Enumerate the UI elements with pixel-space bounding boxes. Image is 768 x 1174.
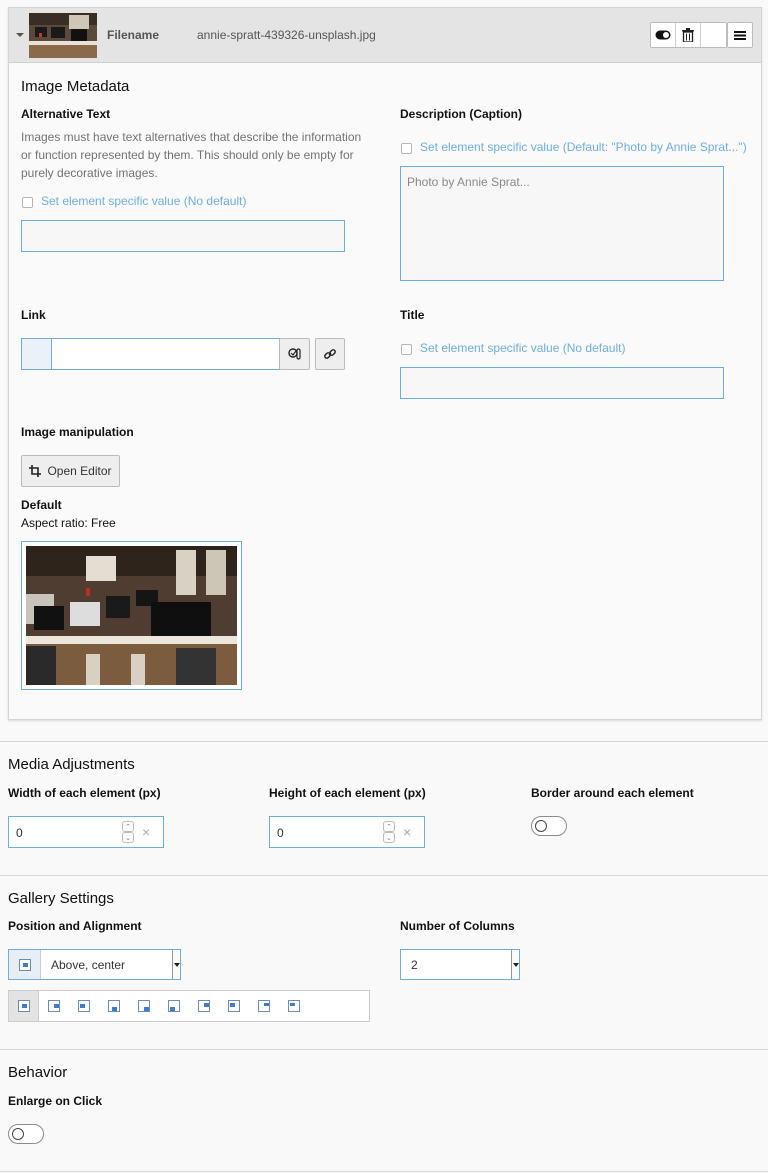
trash-icon — [682, 28, 694, 42]
alt-text-override-checkbox[interactable] — [22, 197, 33, 208]
columns-label: Number of Columns — [400, 919, 515, 933]
spin-up-icon[interactable]: ⌃ — [122, 821, 134, 832]
position-option[interactable] — [189, 991, 219, 1021]
position-option[interactable] — [249, 991, 279, 1021]
image-manipulation-label: Image manipulation — [21, 425, 134, 439]
chain-link-icon — [324, 349, 336, 359]
gallery-settings-heading: Gallery Settings — [8, 890, 114, 907]
position-icon — [258, 1000, 270, 1012]
position-select-icon-box — [9, 950, 41, 979]
dropdown-arrow-icon — [511, 950, 519, 979]
position-option[interactable] — [69, 991, 99, 1021]
link-prefix-box — [21, 338, 52, 370]
delete-button[interactable] — [676, 23, 701, 47]
spin-down-icon[interactable]: ⌄ — [383, 832, 395, 843]
position-options — [8, 990, 370, 1022]
title-input[interactable] — [400, 367, 724, 399]
border-toggle[interactable] — [531, 816, 567, 836]
aspect-ratio-text: Aspect ratio: Free — [21, 516, 116, 530]
open-editor-button[interactable]: Open Editor — [21, 455, 120, 487]
position-option[interactable] — [279, 991, 309, 1021]
position-icon — [228, 1000, 240, 1012]
blank-action-button[interactable] — [701, 23, 726, 47]
alt-text-input[interactable] — [21, 220, 345, 252]
height-spinner[interactable]: ⌃ ⌄ — [383, 821, 395, 843]
toggle-knob — [535, 820, 547, 832]
position-icon — [288, 1000, 300, 1012]
toggle-visibility-icon — [655, 30, 671, 40]
width-input[interactable]: 0 ⌃ ⌄ × — [8, 816, 164, 848]
alt-text-help: Images must have text alternatives that … — [21, 130, 362, 180]
width-spinner[interactable]: ⌃ ⌄ — [122, 821, 134, 843]
link-input[interactable] — [51, 338, 280, 370]
filename-label: Filename — [107, 28, 160, 42]
description-override-label[interactable]: Set element specific value (Default: "Ph… — [420, 140, 747, 154]
description-label: Description (Caption) — [400, 107, 522, 121]
position-icon — [17, 1000, 30, 1012]
section-divider — [0, 1171, 768, 1172]
alt-text-label: Alternative Text — [21, 107, 111, 121]
spin-down-icon[interactable]: ⌄ — [122, 832, 134, 843]
position-option[interactable] — [129, 991, 159, 1021]
section-divider — [0, 741, 768, 742]
toggle-visibility-button[interactable] — [651, 23, 676, 47]
description-textarea[interactable]: Photo by Annie Sprat... — [400, 166, 724, 281]
position-icon — [108, 1000, 120, 1012]
image-preview[interactable] — [21, 541, 242, 690]
columns-selected: 2 — [411, 958, 418, 972]
position-option-above-center[interactable] — [9, 991, 39, 1021]
file-actions-group — [650, 22, 727, 48]
title-label: Title — [400, 308, 425, 322]
position-icon — [138, 1000, 150, 1012]
position-icon — [78, 1000, 90, 1012]
crop-icon — [29, 465, 42, 477]
link-wizard-icon — [287, 348, 301, 360]
width-value: 0 — [16, 826, 23, 840]
collapse-caret-icon[interactable] — [16, 33, 24, 37]
border-label: Border around each element — [531, 786, 694, 800]
description-override-checkbox[interactable] — [401, 143, 412, 154]
crop-variant-title: Default — [21, 498, 62, 512]
filename-value: annie-spratt-439326-unsplash.jpg — [197, 28, 376, 42]
columns-select[interactable]: 2 — [400, 949, 520, 980]
hamburger-icon — [734, 31, 746, 40]
toggle-knob — [12, 1128, 24, 1140]
enlarge-toggle[interactable] — [8, 1124, 44, 1144]
position-selected: Above, center — [51, 958, 126, 972]
section-divider — [0, 875, 768, 876]
dropdown-arrow-icon — [172, 950, 180, 979]
enlarge-label: Enlarge on Click — [8, 1094, 103, 1108]
link-label: Link — [21, 308, 46, 322]
position-above-center-icon — [18, 958, 31, 971]
title-override-label[interactable]: Set element specific value (No default) — [420, 341, 625, 355]
position-icon — [168, 1000, 180, 1012]
width-label: Width of each element (px) — [8, 786, 161, 800]
image-metadata-heading: Image Metadata — [21, 78, 130, 95]
office-photo — [26, 546, 237, 685]
alt-text-override-label[interactable]: Set element specific value (No default) — [41, 194, 246, 208]
height-label: Height of each element (px) — [269, 786, 426, 800]
menu-button[interactable] — [727, 22, 753, 48]
behavior-heading: Behavior — [8, 1064, 68, 1081]
height-input[interactable]: 0 ⌃ ⌄ × — [269, 816, 425, 848]
link-browser-button[interactable] — [279, 338, 310, 370]
position-icon — [48, 1000, 60, 1012]
position-select[interactable]: Above, center — [8, 949, 181, 980]
position-option[interactable] — [99, 991, 129, 1021]
clear-icon[interactable]: × — [403, 824, 411, 840]
position-icon — [198, 1000, 210, 1012]
open-editor-label: Open Editor — [47, 464, 112, 478]
title-override-checkbox[interactable] — [401, 344, 412, 355]
position-label: Position and Alignment — [8, 919, 142, 933]
position-option[interactable] — [219, 991, 249, 1021]
position-option[interactable] — [159, 991, 189, 1021]
link-button[interactable] — [315, 338, 345, 370]
spin-up-icon[interactable]: ⌃ — [383, 821, 395, 832]
clear-icon[interactable]: × — [142, 824, 150, 840]
height-value: 0 — [277, 826, 284, 840]
section-divider — [0, 1049, 768, 1050]
position-option[interactable] — [39, 991, 69, 1021]
media-adjustments-heading: Media Adjustments — [8, 756, 135, 773]
file-thumbnail — [29, 13, 97, 58]
